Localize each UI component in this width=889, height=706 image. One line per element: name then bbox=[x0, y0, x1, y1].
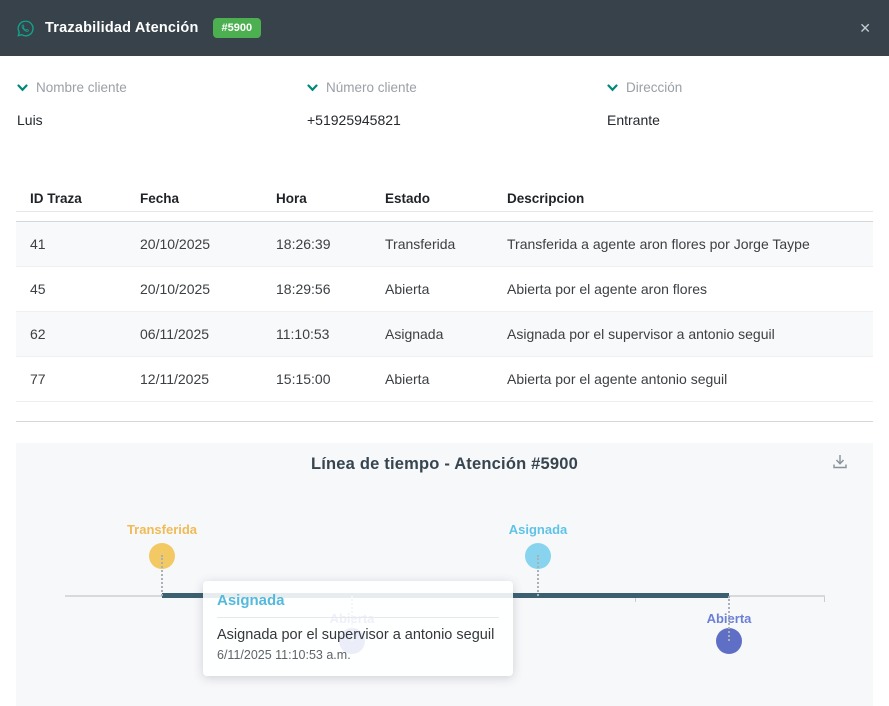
trace-table: ID Traza Fecha Hora Estado Descripcion 4… bbox=[16, 176, 873, 402]
modal-titlebar: Trazabilidad Atención #5900 ✕ bbox=[0, 0, 889, 56]
col-header-estado: Estado bbox=[371, 176, 493, 222]
timeline-chart: Línea de tiempo - Atención #5900 Transfe… bbox=[16, 443, 873, 706]
event-connector bbox=[161, 555, 163, 596]
cell-fecha: 12/11/2025 bbox=[126, 357, 262, 402]
cell-id: 45 bbox=[16, 267, 126, 312]
axis-tick bbox=[824, 597, 825, 602]
cell-descripcion: Transferida a agente aron flores por Jor… bbox=[493, 222, 873, 267]
table-row[interactable]: 62 06/11/2025 11:10:53 Asignada Asignada… bbox=[16, 312, 873, 357]
tooltip-description: Asignada por el supervisor a antonio seg… bbox=[217, 627, 499, 643]
chevron-down-icon bbox=[17, 84, 28, 92]
event-connector bbox=[537, 555, 539, 596]
cell-descripcion: Abierta por el agente antonio seguil bbox=[493, 357, 873, 402]
cell-estado: Abierta bbox=[371, 357, 493, 402]
field-label: Dirección bbox=[626, 80, 682, 95]
col-header-id-traza: ID Traza bbox=[16, 176, 126, 222]
event-connector bbox=[728, 596, 730, 641]
field-label: Nombre cliente bbox=[36, 80, 127, 95]
table-row[interactable]: 77 12/11/2025 15:15:00 Abierta Abierta p… bbox=[16, 357, 873, 402]
whatsapp-icon bbox=[16, 19, 35, 38]
cell-hora: 18:29:56 bbox=[262, 267, 371, 312]
trazabilidad-modal: Trazabilidad Atención #5900 ✕ Nombre cli… bbox=[0, 0, 889, 706]
table-header-row: ID Traza Fecha Hora Estado Descripcion bbox=[16, 176, 873, 222]
cell-estado: Abierta bbox=[371, 267, 493, 312]
event-label-asignada: Asignada bbox=[483, 522, 593, 537]
field-value: Luis bbox=[17, 112, 127, 128]
table-row[interactable]: 41 20/10/2025 18:26:39 Transferida Trans… bbox=[16, 222, 873, 267]
cell-estado: Transferida bbox=[371, 222, 493, 267]
cell-descripcion: Abierta por el agente aron flores bbox=[493, 267, 873, 312]
cell-fecha: 20/10/2025 bbox=[126, 267, 262, 312]
field-value: +51925945821 bbox=[307, 112, 417, 128]
chart-tooltip: Asignada Asignada por el supervisor a an… bbox=[203, 581, 513, 676]
cell-fecha: 20/10/2025 bbox=[126, 222, 262, 267]
cell-id: 41 bbox=[16, 222, 126, 267]
field-numero-cliente: Número cliente +51925945821 bbox=[307, 80, 417, 128]
modal-title: Trazabilidad Atención bbox=[45, 20, 199, 36]
event-label-transferida: Transferida bbox=[107, 522, 217, 537]
cell-hora: 15:15:00 bbox=[262, 357, 371, 402]
close-icon[interactable]: ✕ bbox=[859, 21, 871, 35]
cell-fecha: 06/11/2025 bbox=[126, 312, 262, 357]
field-label: Número cliente bbox=[326, 80, 417, 95]
chevron-down-icon bbox=[307, 84, 318, 92]
tooltip-datetime: 6/11/2025 11:10:53 a.m. bbox=[217, 648, 499, 662]
cell-descripcion: Asignada por el supervisor a antonio seg… bbox=[493, 312, 873, 357]
field-nombre-cliente: Nombre cliente Luis bbox=[17, 80, 127, 128]
tooltip-title: Asignada bbox=[217, 592, 499, 609]
col-header-hora: Hora bbox=[262, 176, 371, 222]
col-header-descripcion: Descripcion bbox=[493, 176, 873, 222]
chevron-down-icon bbox=[607, 84, 618, 92]
cell-id: 77 bbox=[16, 357, 126, 402]
client-fields: Nombre cliente Luis Número cliente +5192… bbox=[0, 56, 889, 155]
table-row[interactable]: 45 20/10/2025 18:29:56 Abierta Abierta p… bbox=[16, 267, 873, 312]
field-direccion: Dirección Entrante bbox=[607, 80, 682, 128]
table-bottom-divider bbox=[16, 421, 873, 422]
timeline-plot: Transferida Abierta Asignada Abierta Asi… bbox=[16, 443, 873, 706]
attention-id-badge: #5900 bbox=[213, 18, 262, 38]
cell-id: 62 bbox=[16, 312, 126, 357]
tooltip-separator bbox=[217, 617, 499, 618]
cell-hora: 11:10:53 bbox=[262, 312, 371, 357]
field-value: Entrante bbox=[607, 112, 682, 128]
cell-hora: 18:26:39 bbox=[262, 222, 371, 267]
cell-estado: Asignada bbox=[371, 312, 493, 357]
col-header-fecha: Fecha bbox=[126, 176, 262, 222]
